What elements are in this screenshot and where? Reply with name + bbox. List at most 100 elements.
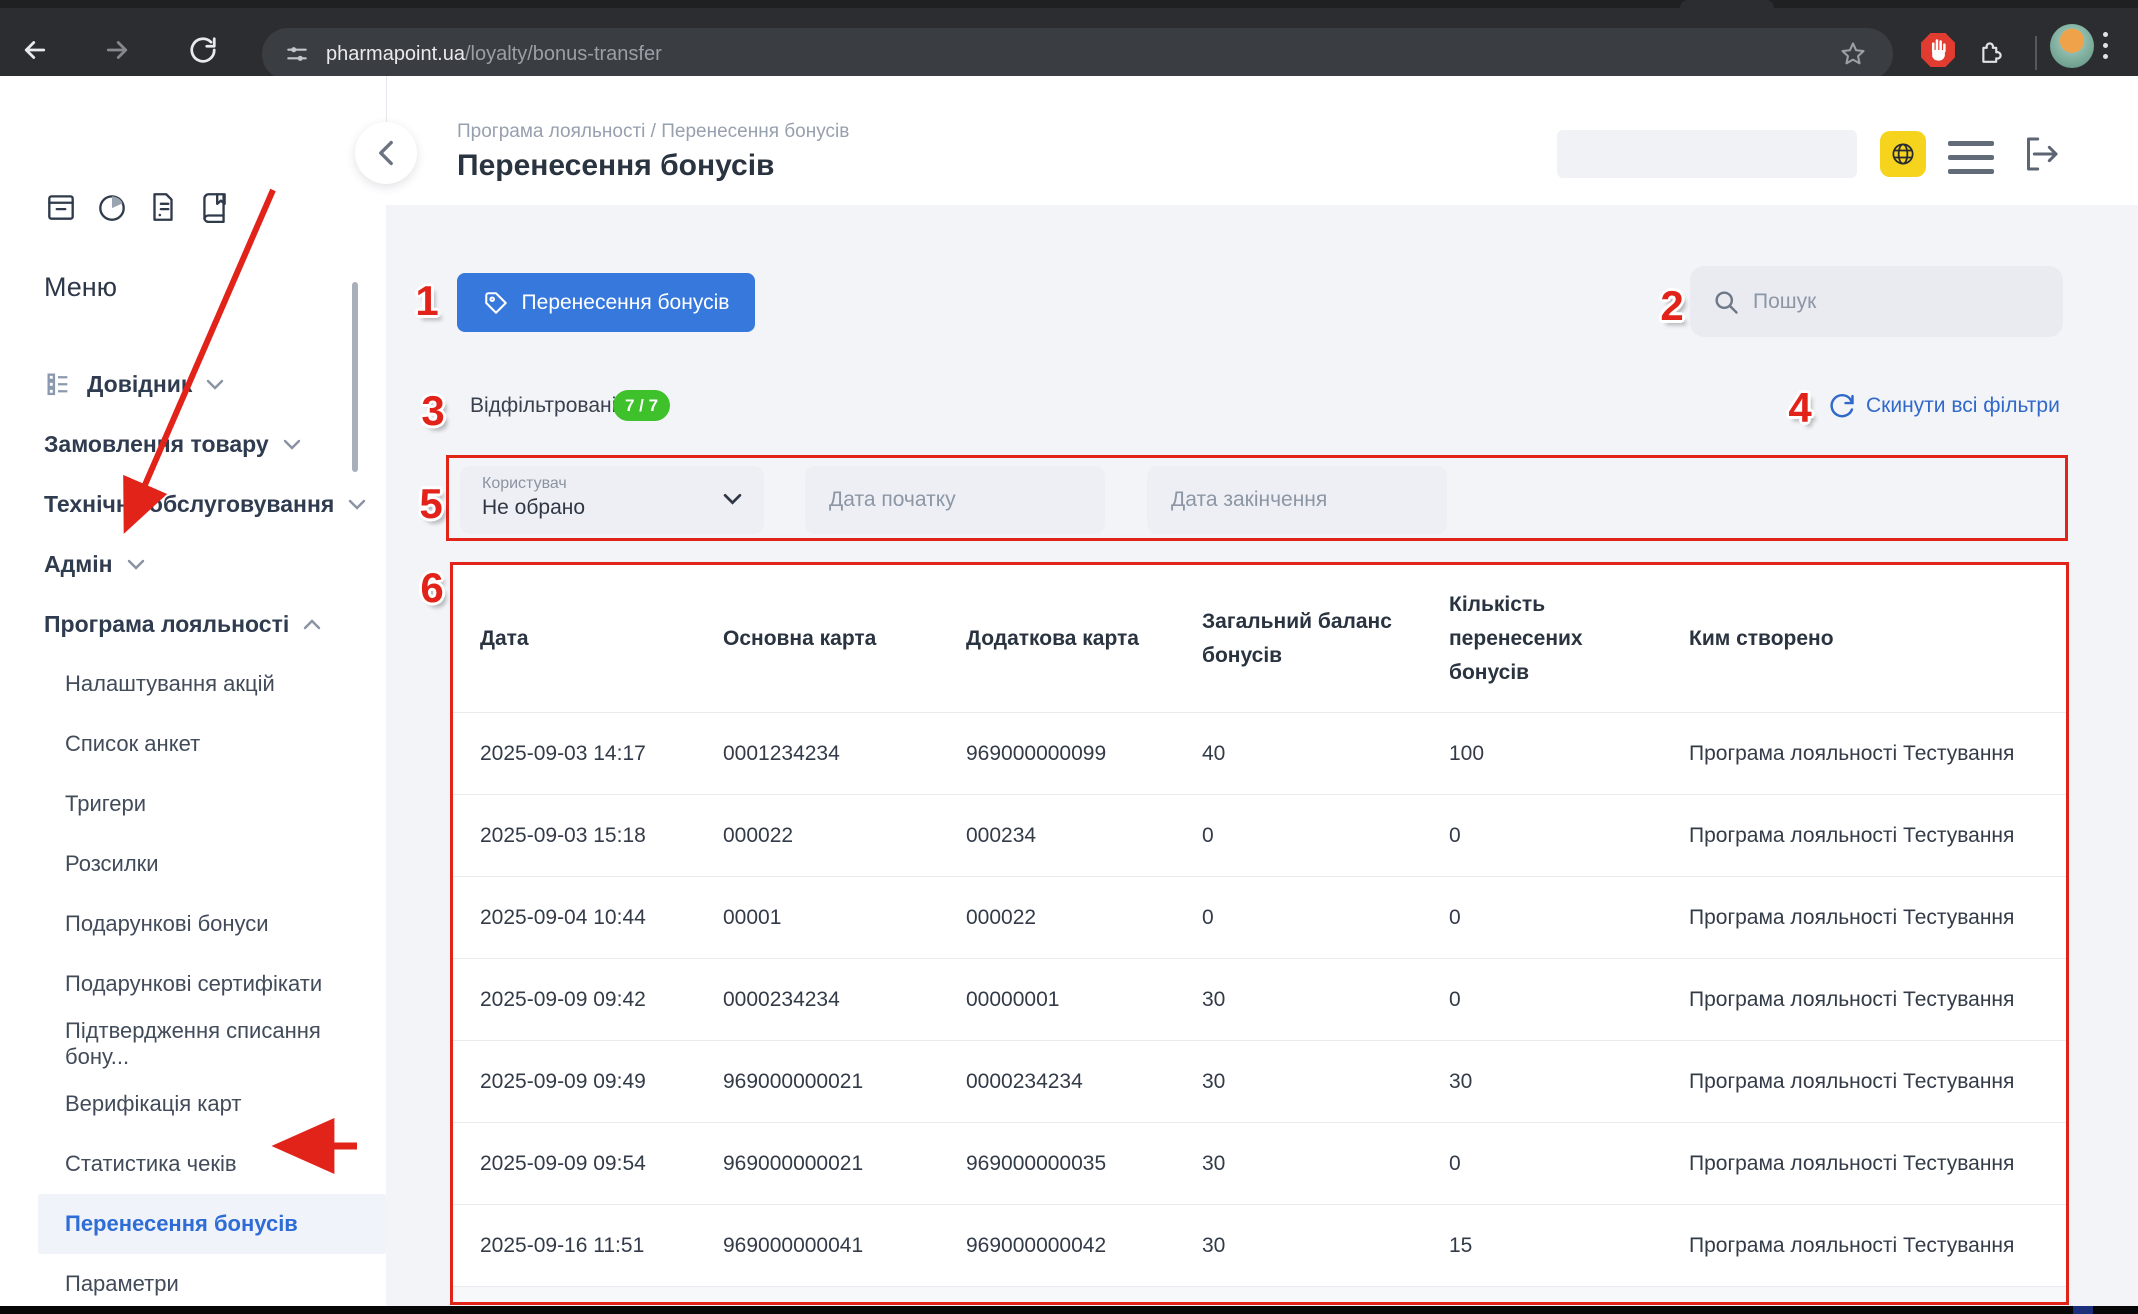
url-domain: pharmapoint.ua bbox=[326, 43, 465, 65]
reset-icon bbox=[1828, 392, 1856, 420]
drawer-icon[interactable] bbox=[44, 190, 78, 224]
logout-button[interactable] bbox=[2017, 131, 2065, 177]
site-info-icon[interactable] bbox=[284, 41, 310, 67]
table-cell: 100 bbox=[1449, 742, 1689, 766]
sidebar-subitem[interactable]: Тригери bbox=[0, 774, 386, 834]
table-cell: 0000234234 bbox=[966, 1070, 1202, 1094]
filtered-label: Відфільтровані: bbox=[470, 394, 622, 418]
table-cell: 2025-09-03 15:18 bbox=[480, 824, 723, 848]
page-title: Перенесення бонусів bbox=[457, 149, 775, 183]
stop-hand-icon bbox=[1920, 32, 1956, 68]
table-cell: 969000000042 bbox=[966, 1234, 1202, 1258]
back-arrow-icon bbox=[20, 35, 50, 65]
table-cell: 0 bbox=[1202, 824, 1449, 848]
table-cell: 00000001 bbox=[966, 988, 1202, 1012]
collapse-sidebar-button[interactable] bbox=[355, 122, 417, 184]
browser-back-button[interactable] bbox=[14, 29, 56, 71]
table-cell: 00001 bbox=[723, 906, 966, 930]
table-cell: Програма лояльності Тестування bbox=[1689, 1152, 2066, 1176]
table-row: 2025-09-03 14:17000123423496900000009940… bbox=[453, 712, 2066, 794]
browser-forward-button[interactable] bbox=[96, 29, 138, 71]
transfer-bonuses-button[interactable]: Перенесення бонусів bbox=[457, 273, 755, 332]
sidebar-subitem[interactable]: Подарункові бонуси bbox=[0, 894, 386, 954]
table-cell: 15 bbox=[1449, 1234, 1689, 1258]
table-cell: 2025-09-09 09:54 bbox=[480, 1152, 723, 1176]
column-header: Ким створено bbox=[1689, 622, 2066, 656]
table-row: 2025-09-09 09:54969000000021969000000035… bbox=[453, 1122, 2066, 1204]
chevron-down-icon bbox=[127, 559, 145, 570]
search-icon bbox=[1712, 288, 1740, 316]
sidebar-subitem[interactable]: Перенесення бонусів bbox=[38, 1194, 386, 1254]
table-cell: 0 bbox=[1449, 906, 1689, 930]
user-filter-value: Не обрано bbox=[482, 496, 742, 520]
date-from-field bbox=[805, 466, 1105, 534]
sidebar-subitem-label: Підтвердження списання бону... bbox=[65, 1018, 386, 1070]
sidebar-subitem[interactable]: Список анкет bbox=[0, 714, 386, 774]
sidebar-item-zamovlennya[interactable]: Замовлення товару bbox=[0, 414, 386, 474]
column-header: Додаткова карта bbox=[966, 622, 1202, 656]
table-cell: Програма лояльності Тестування bbox=[1689, 906, 2066, 930]
browser-menu-icon[interactable] bbox=[2103, 32, 2108, 59]
bookmark-star-icon[interactable] bbox=[1839, 40, 1867, 73]
column-header: Дата bbox=[480, 622, 723, 656]
table-cell: 000022 bbox=[723, 824, 966, 848]
url-path: /loyalty/bonus-transfer bbox=[465, 43, 662, 65]
date-to-input[interactable] bbox=[1171, 488, 1442, 512]
sidebar-subitem[interactable]: Розсилки bbox=[0, 834, 386, 894]
pie-chart-icon[interactable] bbox=[95, 190, 129, 224]
table-cell: 0 bbox=[1449, 1152, 1689, 1176]
app-menu-button[interactable] bbox=[1948, 141, 1994, 174]
sidebar-item-label: Замовлення товару bbox=[44, 431, 269, 458]
table-cell: 969000000035 bbox=[966, 1152, 1202, 1176]
sidebar-subitem[interactable]: Підтвердження списання бону... bbox=[0, 1014, 386, 1074]
language-button[interactable] bbox=[1880, 131, 1926, 177]
sidebar-subitem[interactable]: Статистика чеків bbox=[0, 1134, 386, 1194]
chevron-down-icon bbox=[206, 379, 224, 390]
table-cell: 969000000099 bbox=[966, 742, 1202, 766]
sidebar-subitem-label: Подарункові сертифікати bbox=[65, 971, 322, 997]
table-cell: 30 bbox=[1202, 1152, 1449, 1176]
filtered-count-badge: 7 / 7 bbox=[613, 390, 670, 421]
user-filter-select[interactable]: Користувач Не обрано bbox=[460, 466, 764, 534]
sidebar-item-dovidnyk[interactable]: Довідник bbox=[0, 354, 386, 414]
tag-icon bbox=[483, 290, 509, 316]
table-cell: Програма лояльності Тестування bbox=[1689, 988, 2066, 1012]
forward-arrow-icon bbox=[102, 35, 132, 65]
taskbar-accent bbox=[2073, 1306, 2093, 1314]
sidebar-item-label: Технічне обслуговування bbox=[44, 491, 334, 518]
table-cell: 40 bbox=[1202, 742, 1449, 766]
sidebar-item-label: Адмін bbox=[44, 551, 113, 578]
table-cell: 0 bbox=[1449, 988, 1689, 1012]
search-input[interactable] bbox=[1753, 290, 2041, 314]
adblock-extension-icon[interactable] bbox=[1917, 29, 1959, 71]
date-to-field bbox=[1147, 466, 1447, 534]
sidebar-subitem[interactable]: Верифікація карт bbox=[0, 1074, 386, 1134]
profile-avatar[interactable] bbox=[2050, 24, 2094, 68]
sidebar-item-loyalty[interactable]: Програма лояльності bbox=[0, 594, 386, 654]
filters-annotation-rect: Користувач Не обрано bbox=[446, 455, 2068, 541]
sidebar-subitem-label: Подарункові бонуси bbox=[65, 911, 269, 937]
sidebar-subitem[interactable]: Подарункові сертифікати bbox=[0, 954, 386, 1014]
sidebar-item-admin[interactable]: Адмін bbox=[0, 534, 386, 594]
sidebar-subitem-label: Налаштування акцій bbox=[65, 671, 275, 697]
sidebar-subitem[interactable]: Налаштування акцій bbox=[0, 654, 386, 714]
toolbar-separator bbox=[2035, 36, 2037, 70]
url-bar[interactable]: pharmapoint.ua/loyalty/bonus-transfer bbox=[262, 28, 1893, 80]
sidebar-item-label: Програма лояльності bbox=[44, 611, 289, 638]
document-icon[interactable] bbox=[146, 190, 180, 224]
sidebar-subitem-label: Статистика чеків bbox=[65, 1151, 237, 1177]
username-placeholder bbox=[1557, 130, 1857, 178]
sidebar-subitem[interactable]: Параметри bbox=[0, 1254, 386, 1314]
browser-reload-button[interactable] bbox=[182, 29, 224, 71]
extensions-puzzle-icon[interactable] bbox=[1972, 29, 2014, 71]
browser-toolbar: pharmapoint.ua/loyalty/bonus-transfer bbox=[0, 8, 2138, 76]
column-header: Загальний баланс бонусів bbox=[1202, 605, 1392, 673]
sidebar-item-tehnichne[interactable]: Технічне обслуговування bbox=[0, 474, 386, 534]
table-cell: 30 bbox=[1449, 1070, 1689, 1094]
sidebar-subitem-label: Розсилки bbox=[65, 851, 159, 877]
table-cell: 000022 bbox=[966, 906, 1202, 930]
reset-filters-link[interactable]: Скинути всі фільтри bbox=[1828, 392, 2060, 420]
reload-icon bbox=[188, 35, 218, 65]
book-icon[interactable] bbox=[197, 190, 231, 224]
date-from-input[interactable] bbox=[829, 488, 1100, 512]
